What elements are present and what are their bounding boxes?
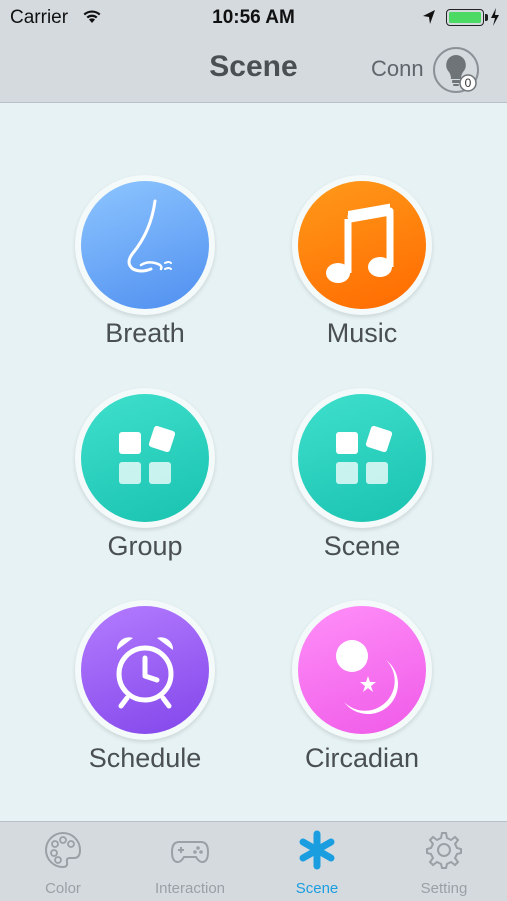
nose-icon [127,199,172,273]
group-tile[interactable]: Group [45,388,245,588]
tab-interaction-label: Interaction [154,880,226,897]
location-arrow-icon [422,9,436,30]
battery-tip [485,14,488,21]
gear-icon [426,832,462,869]
music-note-icon [326,203,394,283]
circadian-button[interactable] [298,606,426,734]
group-label: Group [107,531,183,561]
scene-grid: Breath Music Group Scene Schedule Circad… [0,103,507,821]
nav-bar: Scene Conn 0 [0,36,507,103]
circadian-tile[interactable]: Circadian [262,600,462,800]
schedule-button[interactable] [81,606,209,734]
music-label: Music [326,318,398,348]
tab-bar: Color Interaction Scene Setting [0,821,507,901]
scene-label: Scene [323,531,401,561]
moon-star-icon [336,640,398,714]
group-button[interactable] [81,394,209,522]
app-grid-icon [336,425,393,484]
charging-bolt-icon [490,8,500,31]
music-button[interactable] [298,181,426,309]
status-bar: Carrier 10:56 AM [0,0,507,36]
bulb-connection-button[interactable]: 0 [432,46,480,94]
breath-label: Breath [105,318,185,348]
alarm-clock-icon [116,637,174,709]
scene-tile[interactable]: Scene [262,388,462,588]
tab-scene-label: Scene [295,880,339,897]
music-tile[interactable]: Music [262,175,462,375]
tab-color-label: Color [45,880,81,897]
tab-setting[interactable]: Setting [381,822,507,901]
scene-button[interactable] [298,394,426,522]
gamepad-icon [170,841,210,864]
schedule-label: Schedule [88,743,202,773]
schedule-tile[interactable]: Schedule [45,600,245,800]
tab-setting-label: Setting [420,880,468,897]
page-title: Scene [209,50,298,83]
tab-interaction[interactable]: Interaction [127,822,253,901]
connection-label[interactable]: Conn [371,56,424,82]
battery-icon [446,9,484,26]
bulb-count-badge: 0 [464,76,472,90]
palette-icon [45,831,82,869]
breath-tile[interactable]: Breath [45,175,245,375]
asterisk-icon [299,830,335,870]
app-grid-icon [119,425,176,484]
tab-scene[interactable]: Scene [254,822,380,901]
tab-color[interactable]: Color [0,822,126,901]
circadian-label: Circadian [304,743,420,773]
breath-button[interactable] [81,181,209,309]
